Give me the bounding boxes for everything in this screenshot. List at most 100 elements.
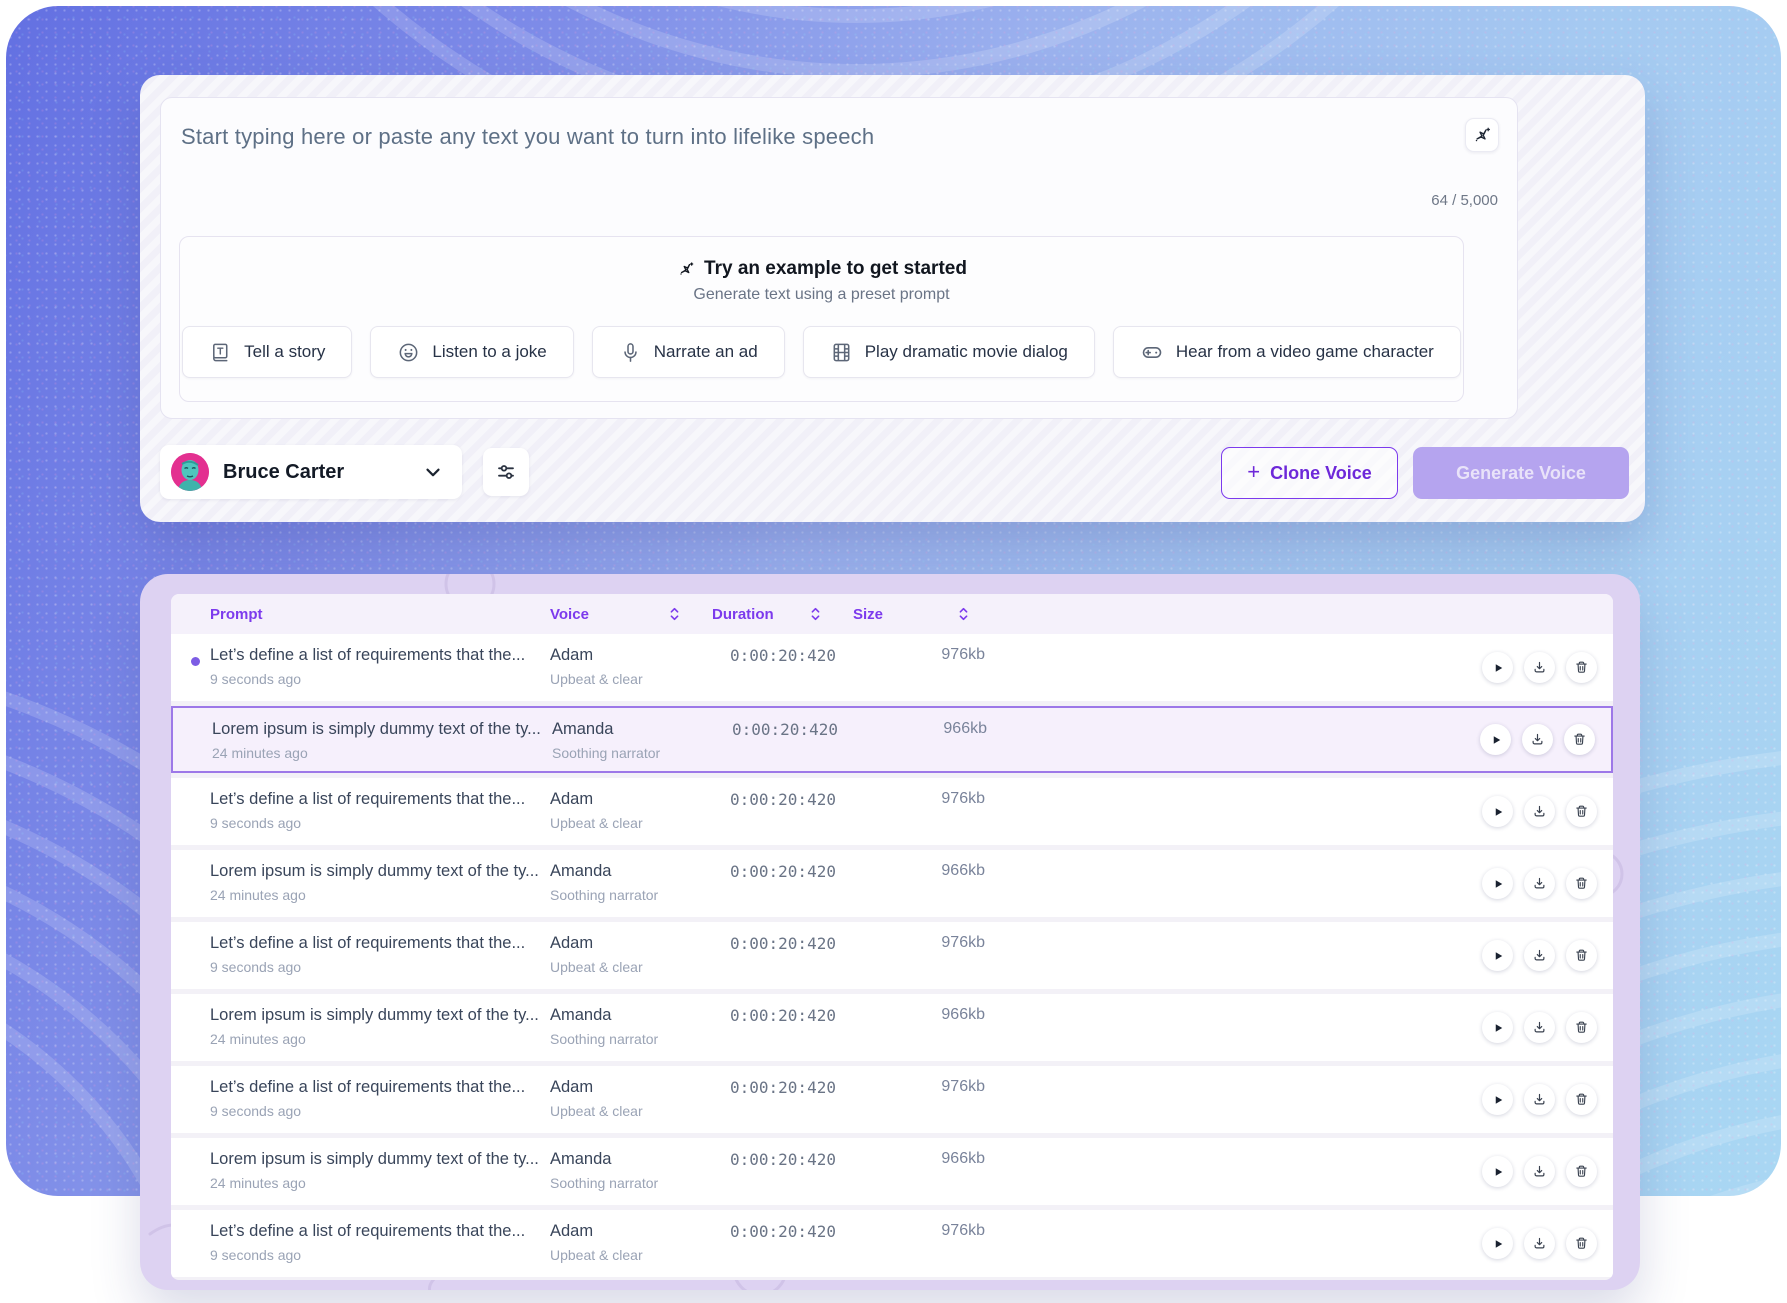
row-duration: 0:00:20:420 xyxy=(732,720,838,739)
play-button[interactable] xyxy=(1482,1228,1513,1259)
column-label: Size xyxy=(853,606,883,623)
delete-button[interactable] xyxy=(1566,796,1597,827)
row-voice-name: Amanda xyxy=(552,720,714,739)
clone-voice-button[interactable]: + Clone Voice xyxy=(1221,447,1398,499)
voice-cell: Amanda Soothing narrator xyxy=(550,850,712,917)
trash-icon xyxy=(1574,1164,1589,1179)
delete-button[interactable] xyxy=(1564,724,1595,755)
row-size: 966kb xyxy=(941,862,985,879)
voice-avatar xyxy=(171,453,209,491)
sort-icon xyxy=(810,606,821,622)
size-cell: 976kb xyxy=(853,778,1001,845)
prompt-cell: Let’s define a list of requirements that… xyxy=(171,634,550,701)
trash-icon xyxy=(1574,948,1589,963)
example-narrate-an-ad-button[interactable]: Narrate an ad xyxy=(592,326,785,378)
history-row[interactable]: Let’s define a list of requirements that… xyxy=(171,778,1613,845)
example-video-game-character-button[interactable]: Hear from a video game character xyxy=(1113,326,1461,378)
history-row[interactable]: Lorem ipsum is simply dummy text of the … xyxy=(171,994,1613,1061)
delete-button[interactable] xyxy=(1566,1156,1597,1187)
download-icon xyxy=(1532,948,1547,963)
delete-button[interactable] xyxy=(1566,1012,1597,1043)
voice-cell: AdamUpbeat & clear xyxy=(550,634,712,701)
history-row[interactable]: Lorem ipsum is simply dummy text of the … xyxy=(171,706,1613,773)
row-timestamp: 9 seconds ago xyxy=(210,671,550,687)
play-button[interactable] xyxy=(1480,724,1511,755)
download-button[interactable] xyxy=(1524,868,1555,899)
sort-duration-button[interactable] xyxy=(810,606,821,622)
delete-button[interactable] xyxy=(1566,868,1597,899)
download-button[interactable] xyxy=(1524,1012,1555,1043)
size-cell: 976kb xyxy=(853,634,1001,701)
download-button[interactable] xyxy=(1524,796,1555,827)
voice-settings-button[interactable] xyxy=(483,448,529,496)
download-button[interactable] xyxy=(1524,1084,1555,1115)
play-icon xyxy=(1492,950,1504,962)
history-row[interactable]: Lorem ipsum is simply dummy text of the … xyxy=(171,850,1613,917)
sliders-icon xyxy=(494,460,518,484)
row-size: 966kb xyxy=(943,720,987,737)
example-movie-dialog-button[interactable]: Play dramatic movie dialog xyxy=(803,326,1095,378)
delete-button[interactable] xyxy=(1566,940,1597,971)
sparkle-icon xyxy=(1471,124,1493,146)
duration-cell: 0:00:20:420 xyxy=(712,1066,853,1133)
prompt-cell: Lorem ipsum is simply dummy text of the … xyxy=(171,1138,550,1205)
voice-selector[interactable]: Bruce Carter xyxy=(160,445,462,499)
download-button[interactable] xyxy=(1522,724,1553,755)
history-row[interactable]: Lorem ipsum is simply dummy text of the … xyxy=(171,1138,1613,1205)
size-cell: 966kb xyxy=(855,708,1003,771)
row-voice-style: Soothing narrator xyxy=(550,887,712,903)
row-voice-name: Amanda xyxy=(550,862,712,881)
history-row[interactable]: Let’s define a list of requirements that… xyxy=(171,1066,1613,1133)
voice-cell: AdamUpbeat & clear xyxy=(550,1066,712,1133)
actions-cell xyxy=(1001,1210,1613,1277)
column-header-prompt: Prompt xyxy=(171,606,550,623)
history-row[interactable]: Let’s define a list of requirements that… xyxy=(171,922,1613,989)
play-button[interactable] xyxy=(1482,796,1513,827)
duration-cell: 0:00:20:420 xyxy=(712,1138,853,1205)
delete-button[interactable] xyxy=(1566,652,1597,683)
delete-button[interactable] xyxy=(1566,1228,1597,1259)
play-button[interactable] xyxy=(1482,1156,1513,1187)
sparkle-icon xyxy=(676,259,696,279)
generate-voice-button[interactable]: Generate Voice xyxy=(1413,447,1629,499)
char-counter: 64 / 5,000 xyxy=(1431,192,1498,209)
speech-text-input[interactable]: Start typing here or paste any text you … xyxy=(160,97,1518,419)
play-button[interactable] xyxy=(1482,1084,1513,1115)
row-size: 976kb xyxy=(941,934,985,951)
row-voice-name: Amanda xyxy=(550,1150,712,1169)
row-voice-name: Adam xyxy=(550,1078,712,1097)
example-listen-to-a-joke-button[interactable]: Listen to a joke xyxy=(370,326,573,378)
download-button[interactable] xyxy=(1524,940,1555,971)
history-row[interactable]: Let’s define a list of requirements that… xyxy=(171,1210,1613,1277)
actions-cell xyxy=(1001,634,1613,701)
play-button[interactable] xyxy=(1482,652,1513,683)
history-row[interactable]: Let’s define a list of requirements that… xyxy=(171,634,1613,701)
history-table-header: Prompt Voice Duration xyxy=(171,594,1613,634)
play-button[interactable] xyxy=(1482,940,1513,971)
trash-icon xyxy=(1574,1236,1589,1251)
download-icon xyxy=(1532,876,1547,891)
download-button[interactable] xyxy=(1524,1228,1555,1259)
delete-button[interactable] xyxy=(1566,1084,1597,1115)
sort-size-button[interactable] xyxy=(958,606,969,622)
row-timestamp: 9 seconds ago xyxy=(210,815,550,831)
download-button[interactable] xyxy=(1524,1156,1555,1187)
download-button[interactable] xyxy=(1524,652,1555,683)
download-icon xyxy=(1532,1092,1547,1107)
actions-cell xyxy=(1001,922,1613,989)
sort-voice-button[interactable] xyxy=(669,606,680,622)
play-button[interactable] xyxy=(1482,868,1513,899)
ai-generate-button[interactable] xyxy=(1465,118,1499,152)
voice-cell: AmandaSoothing narrator xyxy=(552,708,714,771)
play-button[interactable] xyxy=(1482,1012,1513,1043)
duration-cell: 0:00:20:420 xyxy=(712,922,853,989)
example-tell-a-story-button[interactable]: Tell a story xyxy=(182,326,352,378)
column-header-duration: Duration xyxy=(712,606,853,623)
trash-icon xyxy=(1574,660,1589,675)
row-prompt-text: Let’s define a list of requirements that… xyxy=(210,790,550,809)
play-icon xyxy=(1492,1238,1504,1250)
history-card: Prompt Voice Duration xyxy=(140,574,1640,1290)
voice-cell: AdamUpbeat & clear xyxy=(550,922,712,989)
row-timestamp: 24 minutes ago xyxy=(210,1031,550,1047)
row-voice-name: Adam xyxy=(550,1222,712,1241)
